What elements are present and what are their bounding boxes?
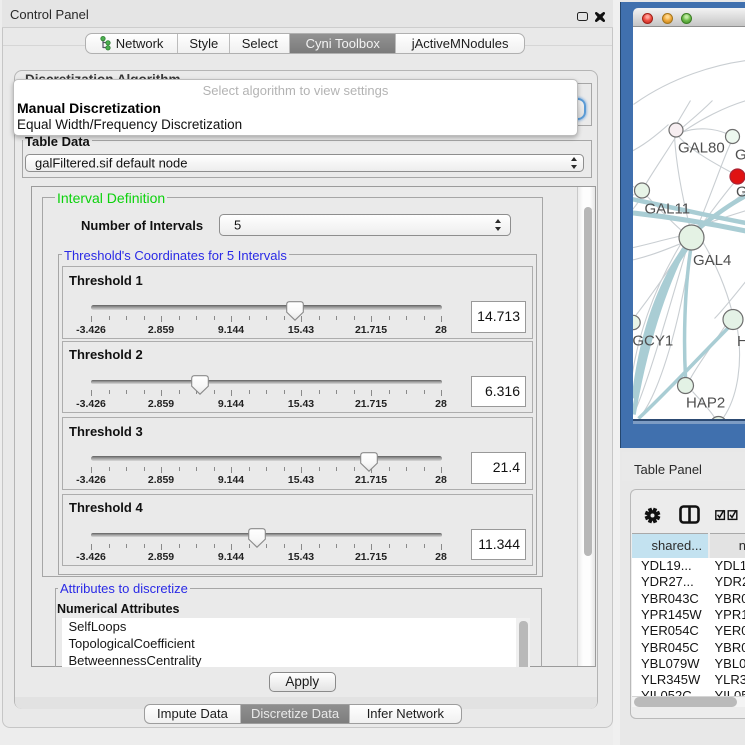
svg-text:GA: GA: [735, 146, 745, 163]
svg-text:HAP2: HAP2: [686, 394, 725, 411]
svg-text:H: H: [737, 333, 745, 350]
svg-text:GAL80: GAL80: [678, 139, 725, 156]
svg-text:GAL11: GAL11: [644, 200, 690, 217]
svg-text:GAL4: GAL4: [693, 252, 731, 269]
svg-text:G: G: [736, 183, 745, 200]
svg-text:GCY1: GCY1: [633, 332, 673, 349]
